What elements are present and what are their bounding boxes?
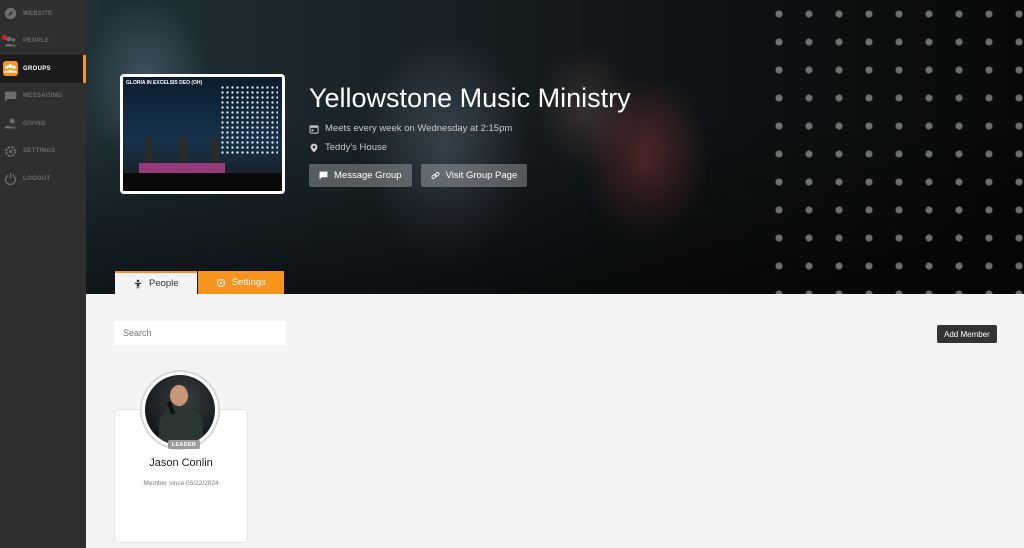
tab-people[interactable]: People	[115, 271, 197, 294]
people-panel: Add Member Jason Conlin Member since 05/…	[86, 294, 1024, 548]
avatar-head	[170, 385, 188, 406]
group-title: Yellowstone Music Ministry	[309, 83, 631, 113]
calendar-icon	[309, 124, 319, 134]
location-text: Teddy's House	[325, 142, 388, 153]
notification-dot	[2, 34, 7, 40]
group-info: Yellowstone Music Ministry Meets every w…	[309, 83, 631, 187]
add-member-button[interactable]: Add Member	[937, 325, 997, 343]
link-icon	[431, 172, 440, 179]
member-since: Member since 05/22/2024	[143, 480, 219, 487]
sidebar-item-label: GROUPS	[23, 65, 51, 72]
sidebar-item-groups[interactable]: GROUPS	[0, 55, 86, 83]
tab-settings-label: Settings	[231, 277, 266, 288]
chat-icon	[319, 171, 328, 180]
group-thumbnail: GLORIA IN EXCELSIS DEO (OH)	[120, 74, 285, 194]
gear-icon	[216, 278, 225, 287]
sidebar-item-logout[interactable]: LOGOUT	[0, 165, 86, 193]
avatar-photo	[145, 375, 215, 445]
gear-icon	[3, 144, 18, 159]
group-banner: GLORIA IN EXCELSIS DEO (OH) Yellowstone …	[86, 0, 1024, 294]
sidebar-item-messaging[interactable]: MESSAGING	[0, 83, 86, 111]
sidebar-item-label: PEOPLE	[23, 38, 50, 45]
member-name: Jason Conlin	[149, 457, 213, 469]
banner-light-dots	[764, 0, 1024, 294]
leader-badge: LEADER	[168, 440, 200, 449]
sidebar-item-label: LOGOUT	[23, 175, 51, 182]
chat-icon	[3, 89, 18, 104]
group-tabs: People Settings	[115, 271, 284, 294]
thumbnail-crowd	[123, 173, 282, 191]
search-input[interactable]	[114, 321, 286, 345]
map-pin-icon	[310, 143, 318, 152]
visit-group-page-label: Visit Group Page	[445, 170, 518, 181]
groups-icon	[3, 61, 18, 77]
sidebar-item-people[interactable]: PEOPLE	[0, 28, 86, 56]
thumbnail-performer	[179, 137, 187, 163]
tab-people-label: People	[149, 278, 179, 289]
visit-group-page-button[interactable]: Visit Group Page	[420, 164, 528, 187]
group-location: Teddy's House	[309, 142, 631, 153]
avatar[interactable]	[140, 370, 220, 450]
thumbnail-performer	[211, 137, 219, 163]
sidebar-item-label: SETTINGS	[23, 148, 56, 155]
sidebar-item-label: MESSAGING	[23, 93, 63, 100]
sidebar-item-giving[interactable]: GIVING	[0, 110, 86, 138]
sidebar-item-label: GIVING	[23, 120, 46, 127]
thumbnail-performer	[145, 137, 153, 163]
tab-settings[interactable]: Settings	[197, 271, 284, 294]
power-icon	[3, 171, 18, 186]
message-group-button[interactable]: Message Group	[309, 164, 412, 187]
compass-icon	[3, 6, 18, 21]
sidebar-item-settings[interactable]: SETTINGS	[0, 138, 86, 166]
thumbnail-slide-text: GLORIA IN EXCELSIS DEO (OH)	[126, 80, 203, 86]
message-group-label: Message Group	[334, 170, 402, 181]
person-icon	[134, 279, 142, 288]
schedule-text: Meets every week on Wednesday at 2:15pm	[325, 123, 513, 134]
sidebar-item-label: WEBSITE	[23, 10, 53, 17]
group-schedule: Meets every week on Wednesday at 2:15pm	[309, 123, 631, 134]
sidebar-item-website[interactable]: WEBSITE	[0, 0, 86, 28]
giving-icon	[3, 116, 18, 131]
group-actions: Message Group Visit Group Page	[309, 164, 631, 187]
sidebar: WEBSITE PEOPLE GROUPS MESSAGING GIVING S…	[0, 0, 86, 548]
thumbnail-lights	[220, 85, 278, 155]
